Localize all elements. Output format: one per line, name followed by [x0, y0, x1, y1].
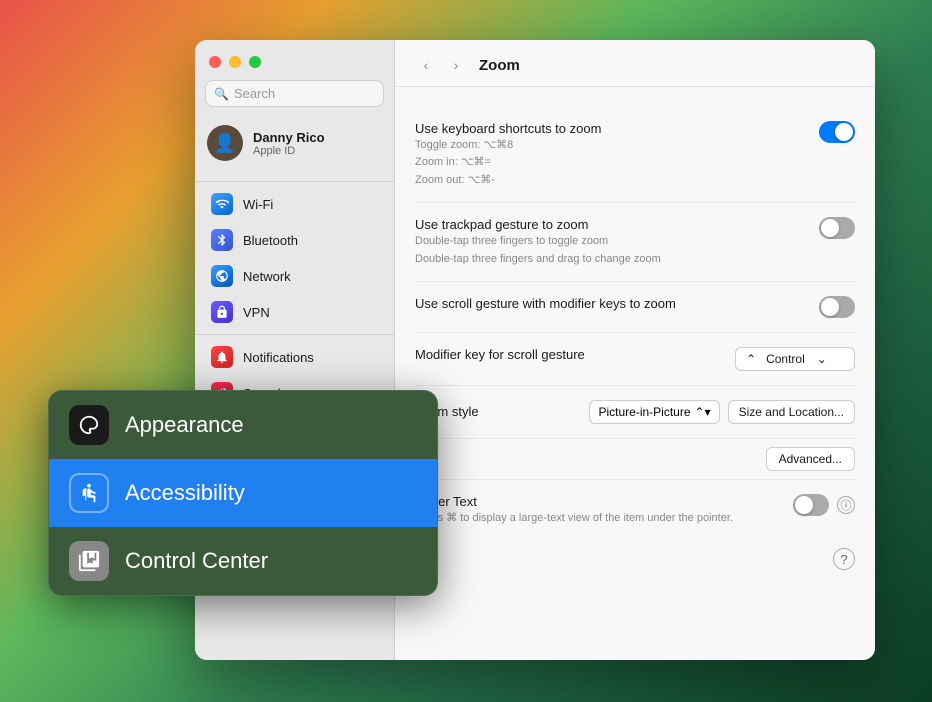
sidebar-item-wifi[interactable]: Wi-Fi	[199, 187, 390, 221]
setting-title: Modifier key for scroll gesture	[415, 347, 715, 362]
scroll-gesture-row: Use scroll gesture with modifier keys to…	[415, 282, 855, 333]
setting-subtitle-2: Zoom in: ⌥⌘=	[415, 155, 799, 170]
control-center-popup-icon	[69, 541, 109, 581]
keyboard-shortcuts-toggle[interactable]	[819, 121, 855, 143]
keyboard-shortcuts-label: Use keyboard shortcuts to zoom Toggle zo…	[415, 121, 799, 188]
network-icon	[211, 265, 233, 287]
setting-subtitle-3: Zoom out: ⌥⌘-	[415, 173, 799, 188]
sidebar-item-label: Bluetooth	[243, 233, 298, 248]
popup-item-accessibility[interactable]: Accessibility	[49, 459, 437, 527]
zoom-style-controls: Picture-in-Picture ⌃▾ Size and Location.…	[589, 400, 855, 424]
window-controls	[195, 40, 394, 80]
user-subtitle: Apple ID	[253, 145, 325, 157]
search-bar[interactable]: 🔍 Search	[205, 80, 384, 107]
hover-text-controls: ⓘ	[773, 494, 855, 516]
close-button[interactable]	[209, 56, 221, 68]
trackpad-gesture-toggle[interactable]	[819, 217, 855, 239]
advanced-button[interactable]: Advanced...	[766, 447, 855, 471]
zoom-style-dropdown[interactable]: Picture-in-Picture ⌃▾	[589, 400, 719, 424]
user-info: Danny Rico Apple ID	[253, 130, 325, 157]
sidebar-item-bluetooth[interactable]: Bluetooth	[199, 223, 390, 257]
hover-text-subtitle: Press ⌘ to display a large-text view of …	[415, 511, 773, 526]
advanced-btn-row: Advanced...	[415, 439, 855, 480]
avatar: 👤	[207, 125, 243, 161]
popup-item-label: Control Center	[125, 548, 268, 574]
trackpad-gesture-label: Use trackpad gesture to zoom Double-tap …	[415, 217, 799, 267]
sidebar-divider-2	[195, 334, 394, 335]
popup-item-appearance[interactable]: Appearance	[49, 391, 437, 459]
hover-text-row: Hover Text Press ⌘ to display a large-te…	[415, 480, 855, 540]
content-area: Use keyboard shortcuts to zoom Toggle zo…	[395, 87, 875, 660]
setting-subtitle-5: Double-tap three fingers and drag to cha…	[415, 252, 799, 267]
zoom-style-chevron: ⌃▾	[695, 405, 711, 419]
zoom-style-row: Zoom style Picture-in-Picture ⌃▾ Size an…	[415, 386, 855, 439]
user-profile[interactable]: 👤 Danny Rico Apple ID	[195, 117, 394, 169]
search-icon: 🔍	[214, 87, 229, 101]
modifier-key-label: Modifier key for scroll gesture	[415, 347, 715, 362]
popup-item-control-center[interactable]: Control Center	[49, 527, 437, 595]
scroll-gesture-label: Use scroll gesture with modifier keys to…	[415, 296, 799, 311]
setting-title: Use keyboard shortcuts to zoom	[415, 121, 799, 136]
setting-subtitle-4: Double-tap three fingers to toggle zoom	[415, 234, 799, 249]
vpn-icon	[211, 301, 233, 323]
modifier-key-dropdown[interactable]: ⌃Control⌄	[735, 347, 855, 371]
maximize-button[interactable]	[249, 56, 261, 68]
minimize-button[interactable]	[229, 56, 241, 68]
size-location-button[interactable]: Size and Location...	[728, 400, 855, 424]
sidebar-divider	[195, 181, 394, 182]
popup-item-label: Accessibility	[125, 480, 245, 506]
accessibility-popup-icon	[69, 473, 109, 513]
help-button[interactable]: ?	[833, 548, 855, 570]
sidebar-item-label: VPN	[243, 305, 270, 320]
sidebar-item-notifications[interactable]: Notifications	[199, 340, 390, 374]
titlebar: ‹ › Zoom	[395, 40, 875, 87]
hover-text-toggle[interactable]	[793, 494, 829, 516]
main-content: ‹ › Zoom Use keyboard shortcuts to zoom …	[395, 40, 875, 660]
setting-subtitle-1: Toggle zoom: ⌥⌘8	[415, 138, 799, 153]
keyboard-shortcuts-row: Use keyboard shortcuts to zoom Toggle zo…	[415, 107, 855, 203]
sidebar-item-vpn[interactable]: VPN	[199, 295, 390, 329]
sidebar-item-label: Wi-Fi	[243, 197, 273, 212]
scroll-gesture-toggle[interactable]	[819, 296, 855, 318]
user-name: Danny Rico	[253, 130, 325, 145]
back-button[interactable]: ‹	[415, 54, 437, 76]
forward-button[interactable]: ›	[445, 54, 467, 76]
popup-item-label: Appearance	[125, 412, 244, 438]
search-placeholder: Search	[234, 86, 275, 101]
setting-title: Use scroll gesture with modifier keys to…	[415, 296, 799, 311]
trackpad-gesture-row: Use trackpad gesture to zoom Double-tap …	[415, 203, 855, 282]
sidebar-item-label: Notifications	[243, 350, 314, 365]
zoom-style-value: Picture-in-Picture	[598, 405, 690, 419]
modifier-key-controls: ⌃Control⌄	[735, 347, 855, 371]
help-btn-row: ?	[415, 540, 855, 578]
page-title: Zoom	[479, 57, 520, 74]
notifications-icon	[211, 346, 233, 368]
info-button[interactable]: ⓘ	[837, 496, 855, 514]
hover-text-label: Hover Text Press ⌘ to display a large-te…	[415, 494, 773, 526]
bluetooth-icon	[211, 229, 233, 251]
modifier-key-row: Modifier key for scroll gesture ⌃Control…	[415, 333, 855, 386]
appearance-popup-icon	[69, 405, 109, 445]
setting-title: Use trackpad gesture to zoom	[415, 217, 799, 232]
zoom-popup: Appearance Accessibility Control Center	[48, 390, 438, 596]
sidebar-item-label: Network	[243, 269, 291, 284]
wifi-icon	[211, 193, 233, 215]
setting-title: Hover Text	[415, 494, 773, 509]
sidebar-item-network[interactable]: Network	[199, 259, 390, 293]
